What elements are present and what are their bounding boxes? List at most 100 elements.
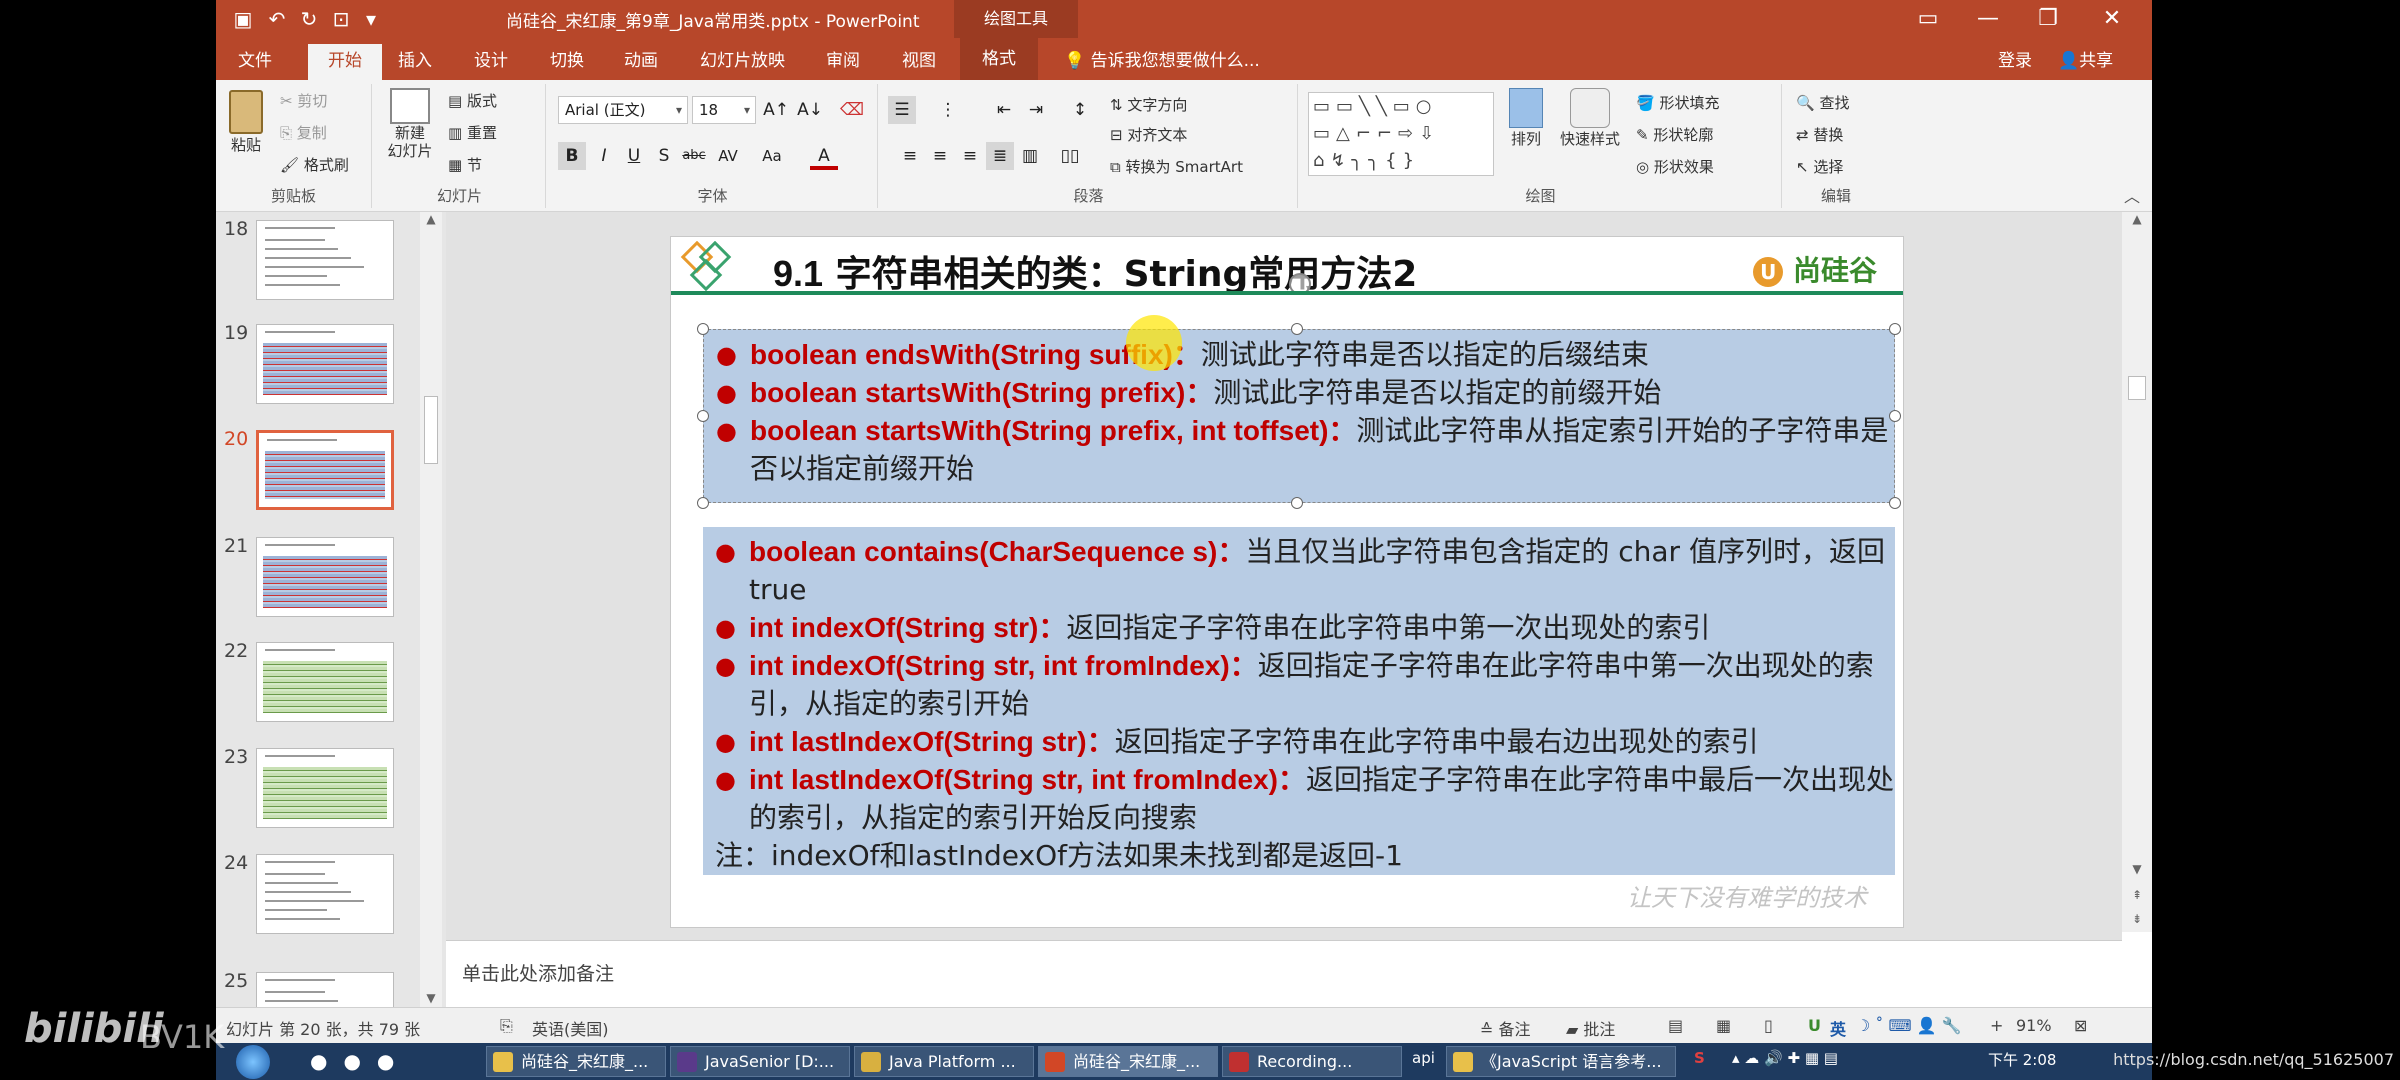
find-button[interactable]: 🔍 查找 [1796,92,1849,113]
zoom-level[interactable]: 91% [2016,1016,2052,1035]
zoom-in-icon[interactable]: + [1990,1016,2003,1035]
close-button[interactable]: ✕ [2090,2,2134,36]
tab-home[interactable]: 开始 [308,44,382,80]
align-right-icon[interactable]: ≡ [956,142,984,170]
taskbar-item-javadoc[interactable]: Java Platform ... [854,1046,1034,1077]
columns-icon[interactable]: ▯▯ [1056,142,1084,170]
slide-thumbnail[interactable] [256,430,394,510]
shrink-font-icon[interactable]: A↓ [796,96,824,124]
taskbar-item-jsref[interactable]: 《JavaScript 语言参考... [1446,1046,1676,1077]
slide-thumbnail[interactable] [256,972,394,1007]
align-text-button[interactable]: ⊟ 对齐文本 [1110,124,1187,145]
scroll-up-icon[interactable]: ▲ [420,212,442,226]
format-painter-button[interactable]: 🖌 格式刷 [280,154,349,175]
tab-design[interactable]: 设计 [474,46,508,76]
redo-icon[interactable]: ↻ [294,4,324,34]
cut-button[interactable]: ✂ 剪切 [280,90,327,111]
resize-handle-tr[interactable] [1889,323,1901,335]
slide-thumbnail[interactable] [256,537,394,617]
prev-slide-icon[interactable]: ⇞ [2122,888,2152,902]
select-button[interactable]: ↖ 选择 [1796,156,1843,177]
tab-slideshow[interactable]: 幻灯片放映 [700,46,785,76]
thumbnails-scrollbar[interactable]: ▲ ▼ [420,212,442,1007]
shapes-gallery[interactable]: ▭▭╲╲▭○ ▭△⌐⌐⇨⇩ ⌂↯╮╮{} [1308,92,1494,176]
notes-pane[interactable]: 单击此处添加备注 [446,940,2122,1007]
bullets-icon[interactable]: ☰ [888,96,916,124]
bold-button[interactable]: B [558,142,586,170]
strikethrough-button[interactable]: abc [680,142,708,170]
ime-mode-indicator[interactable]: 英 [1830,1016,1846,1040]
comments-toggle[interactable]: ▰ 批注 [1566,1016,1615,1040]
taskbar-api-label[interactable]: api [1412,1049,1435,1067]
align-left-icon[interactable]: ≡ [896,142,924,170]
font-color-button[interactable]: A [810,142,838,170]
font-name-combo[interactable]: Arial (正文) [558,96,688,124]
ime-u-icon[interactable]: U [1808,1016,1821,1035]
grow-font-icon[interactable]: A↑ [762,96,790,124]
resize-handle-t[interactable] [1291,323,1303,335]
undo-icon[interactable]: ↶ [262,4,292,34]
notes-toggle[interactable]: ≙ 备注 [1480,1016,1531,1040]
taskbar-item-recording[interactable]: Recording... [1222,1046,1402,1077]
methods-text-box[interactable]: boolean contains(CharSequence s)：当且仅当此字符… [703,527,1895,875]
taskbar-item-ide[interactable]: JavaSenior [D:... [670,1046,850,1077]
shape-outline-button[interactable]: ✎ 形状轮廓 [1636,124,1713,145]
ribbon-display-icon[interactable]: ▭ [1906,2,1950,36]
shape-effects-button[interactable]: ◎ 形状效果 [1636,156,1714,177]
scroll-thumb[interactable] [424,396,438,464]
login-link[interactable]: 登录 [1998,46,2032,76]
resize-handle-br[interactable] [1889,497,1901,509]
tab-transitions[interactable]: 切换 [550,46,584,76]
slide-thumbnail[interactable] [256,748,394,828]
taskbar-pinned-icons[interactable]: ●●● [310,1049,410,1073]
font-size-combo[interactable]: 18 [692,96,756,124]
sorter-view-icon[interactable]: ▦ [1716,1016,1731,1035]
slide-thumbnail[interactable] [256,324,394,404]
resize-handle-bl[interactable] [697,497,709,509]
fit-slide-icon[interactable]: ⊠ [2074,1016,2087,1035]
save-icon[interactable]: ▣ [228,4,258,34]
tray-icons[interactable]: ▴ ☁ 🔊 ✚ ▦ ▤ [1732,1049,1838,1067]
change-case-button[interactable]: Aa [758,142,786,170]
arrange-button[interactable]: 排列 [1504,88,1548,149]
slide-canvas[interactable]: 9.1 字符串相关的类：String常用方法2 U 尚硅谷 boolean en… [670,236,1904,928]
reset-button[interactable]: ▥ 重置 [448,122,497,143]
numbering-icon[interactable]: ⋮ [934,96,962,124]
scroll-down-icon[interactable]: ▼ [420,991,442,1005]
tab-view[interactable]: 视图 [902,46,936,76]
tab-review[interactable]: 审阅 [826,46,860,76]
replace-button[interactable]: ⇄ 替换 [1796,124,1843,145]
reading-view-icon[interactable]: ▯ [1764,1016,1773,1035]
resize-handle-tl[interactable] [697,323,709,335]
slide-thumbnail[interactable] [256,642,394,722]
customize-qa-icon[interactable]: ▾ [356,4,386,34]
new-slide-button[interactable]: 新建 幻灯片 [384,88,436,160]
next-slide-icon[interactable]: ⇟ [2122,912,2152,926]
paste-button[interactable]: 粘贴 [224,90,268,155]
system-clock[interactable]: 下午 2:08 [1988,1049,2056,1070]
spellcheck-icon[interactable]: ⎘ [500,1016,513,1036]
share-button[interactable]: 👤共享 [2058,46,2113,76]
tab-format[interactable]: 格式 [960,38,1038,80]
slide-scrollbar[interactable]: ▲ ▼ ⇞ ⇟ [2122,212,2152,932]
tab-insert[interactable]: 插入 [398,46,432,76]
distribute-icon[interactable]: ▥ [1016,142,1044,170]
copy-button[interactable]: ⎘ 复制 [280,122,327,143]
resize-handle-r[interactable] [1889,410,1901,422]
decrease-indent-icon[interactable]: ⇤ [990,96,1018,124]
taskbar-item-powerpoint[interactable]: 尚硅谷_宋红康_... [1038,1046,1218,1077]
underline-button[interactable]: U [620,142,648,170]
align-center-icon[interactable]: ≡ [926,142,954,170]
tab-file[interactable]: 文件 [238,46,272,76]
start-button-icon[interactable] [236,1045,270,1079]
collapse-ribbon-icon[interactable]: ︿ [2124,183,2140,207]
char-spacing-button[interactable]: AV [714,142,742,170]
layout-button[interactable]: ▤ 版式 [448,90,497,111]
quick-styles-button[interactable]: 快速样式 [1554,88,1626,149]
scroll-thumb[interactable] [2128,376,2146,400]
tell-me-search[interactable]: 💡 告诉我您想要做什么... [1064,46,1260,76]
clear-format-icon[interactable]: ⌫ [838,96,866,124]
normal-view-icon[interactable]: ▤ [1668,1016,1683,1035]
resize-handle-l[interactable] [697,410,709,422]
increase-indent-icon[interactable]: ⇥ [1022,96,1050,124]
